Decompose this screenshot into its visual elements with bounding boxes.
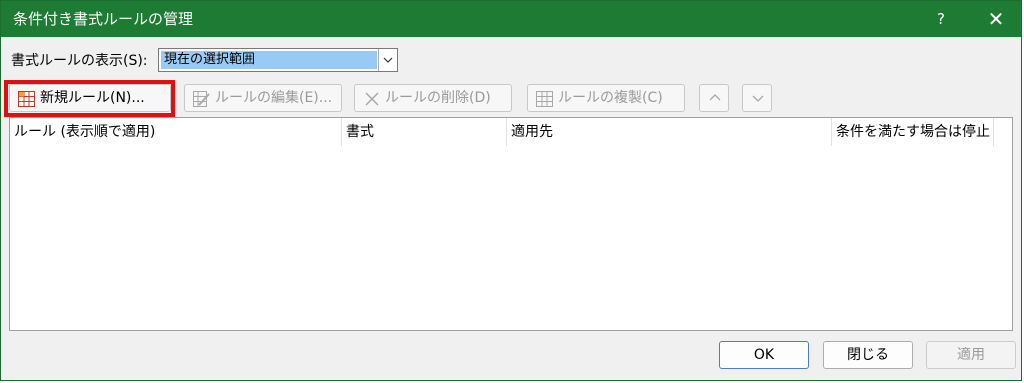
delete-rule-button[interactable]: ルールの削除(D): [354, 84, 512, 112]
move-down-button[interactable]: [742, 84, 772, 112]
move-up-button[interactable]: [699, 84, 729, 112]
show-rules-value: 現在の選択範囲: [161, 51, 377, 69]
show-rules-label: 書式ルールの表示(S):: [11, 53, 148, 69]
new-rule-button[interactable]: 新規ルール(N)...: [9, 84, 171, 112]
chevron-down-icon[interactable]: [378, 49, 397, 71]
close-dialog-button[interactable]: 閉じる: [823, 341, 913, 369]
edit-rule-icon: [193, 90, 210, 107]
duplicate-rule-button[interactable]: ルールの複製(C): [527, 84, 685, 112]
new-rule-label: 新規ルール(N)...: [40, 90, 145, 106]
duplicate-table-icon: [536, 90, 553, 107]
column-header-format[interactable]: 書式: [342, 118, 507, 146]
chevron-up-icon: [707, 85, 723, 111]
show-rules-select[interactable]: 現在の選択範囲: [158, 48, 398, 72]
column-header-rule[interactable]: ルール (表示順で適用): [10, 118, 342, 146]
delete-rule-label: ルールの削除(D): [385, 90, 491, 106]
new-rule-icon: [18, 90, 35, 107]
column-header-applies-to[interactable]: 適用先: [507, 118, 832, 146]
column-header-stop-if-true[interactable]: 条件を満たす場合は停止: [832, 118, 994, 146]
duplicate-rule-label: ルールの複製(C): [558, 90, 663, 106]
help-button[interactable]: ?: [927, 1, 955, 37]
edit-rule-label: ルールの編集(E)...: [215, 90, 333, 106]
ok-button[interactable]: OK: [719, 341, 809, 369]
close-button[interactable]: ✕: [981, 1, 1011, 37]
dialog-title: 条件付き書式ルールの管理: [13, 10, 194, 28]
apply-button[interactable]: 適用: [926, 341, 1016, 369]
conditional-format-dialog: 条件付き書式ルールの管理 ? ✕ 書式ルールの表示(S): 現在の選択範囲 新規…: [0, 0, 1022, 381]
delete-x-icon: [363, 90, 380, 106]
chevron-down-icon: [750, 85, 766, 111]
edit-rule-button[interactable]: ルールの編集(E)...: [184, 84, 342, 112]
rules-list[interactable]: ルール (表示順で適用) 書式 適用先 条件を満たす場合は停止: [9, 117, 1013, 331]
title-bar: 条件付き書式ルールの管理 ? ✕: [1, 1, 1021, 37]
